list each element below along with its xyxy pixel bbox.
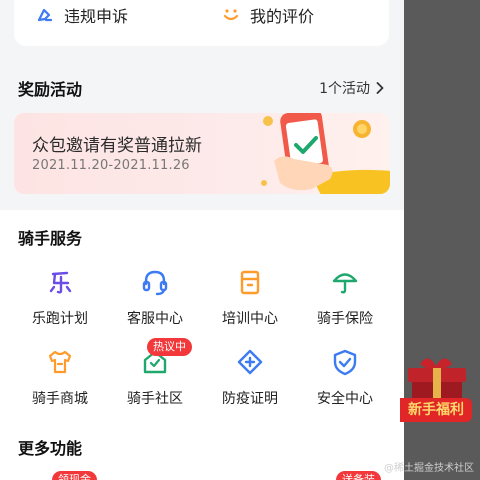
service-label: 骑手社区 — [127, 391, 183, 407]
service-rider-insurance[interactable]: 骑手保险 — [300, 268, 390, 328]
invite-campaign-banner[interactable]: 众包邀请有奖普通拉新 2021.11.20-2021.11.26 — [14, 113, 390, 194]
phone-hand-illustration — [261, 113, 390, 194]
chevron-right-icon — [376, 82, 384, 94]
service-label: 客服中心 — [127, 311, 183, 327]
rider-services-card: 骑手服务 乐跑计划 客服中心 培训中心 骑手保险 骑手商城 骑手社区 热议中 防… — [0, 210, 404, 425]
services-title: 骑手服务 — [18, 229, 83, 248]
service-label: 骑手商城 — [32, 391, 88, 407]
service-customer-center[interactable]: 客服中心 — [110, 268, 200, 328]
hot-discussion-badge: 热议中 — [147, 338, 192, 356]
top-actions-card: 违规申诉 我的评价 — [14, 0, 389, 46]
service-safety-center[interactable]: 安全中心 — [300, 348, 390, 408]
service-le-run-plan[interactable]: 乐跑计划 — [15, 268, 105, 328]
service-label: 乐跑计划 — [32, 311, 88, 327]
umbrella-icon — [332, 273, 358, 294]
service-training-center[interactable]: 培训中心 — [205, 268, 295, 328]
service-label: 培训中心 — [222, 311, 278, 327]
shield-check-icon — [333, 349, 357, 376]
headset-icon — [142, 270, 168, 296]
service-epidemic-certificate[interactable]: 防疫证明 — [205, 348, 295, 408]
rewards-count: 1个活动 — [319, 81, 370, 97]
service-label: 防疫证明 — [222, 391, 278, 407]
more-features-card: 更多功能 领现金 送备装 — [0, 425, 404, 480]
appeal-icon — [37, 8, 53, 22]
smile-icon — [223, 9, 239, 21]
clipboard-icon — [240, 270, 260, 295]
rider-home-panel: 违规申诉 我的评价 奖励活动 1个活动 众包邀请有奖普通拉新 2021.11.2… — [0, 0, 404, 480]
cash-badge: 领现金 — [52, 471, 97, 480]
more-features-title: 更多功能 — [18, 439, 83, 458]
appeal-label: 违规申诉 — [64, 7, 129, 26]
service-label: 骑手保险 — [317, 311, 373, 327]
service-rider-community[interactable]: 骑手社区 热议中 — [110, 338, 200, 408]
watermark: @稀土掘金技术社区 — [384, 463, 474, 474]
gear-badge: 送备装 — [336, 471, 381, 480]
banner-date: 2021.11.20-2021.11.26 — [32, 158, 190, 173]
banner-title: 众包邀请有奖普通拉新 — [32, 136, 202, 156]
new-rider-benefit-label[interactable]: 新手福利 — [400, 398, 472, 422]
rewards-more-link[interactable]: 1个活动 — [319, 78, 384, 98]
service-rider-mall[interactable]: 骑手商城 — [15, 348, 105, 408]
service-label: 安全中心 — [317, 391, 373, 407]
appeal-button[interactable]: 违规申诉 — [36, 3, 128, 27]
my-reviews-button[interactable]: 我的评价 — [222, 3, 314, 27]
plus-diamond-icon — [237, 349, 263, 375]
tshirt-icon — [48, 350, 72, 374]
my-reviews-label: 我的评价 — [250, 7, 315, 26]
le-icon — [49, 271, 72, 294]
rewards-title: 奖励活动 — [18, 80, 83, 99]
